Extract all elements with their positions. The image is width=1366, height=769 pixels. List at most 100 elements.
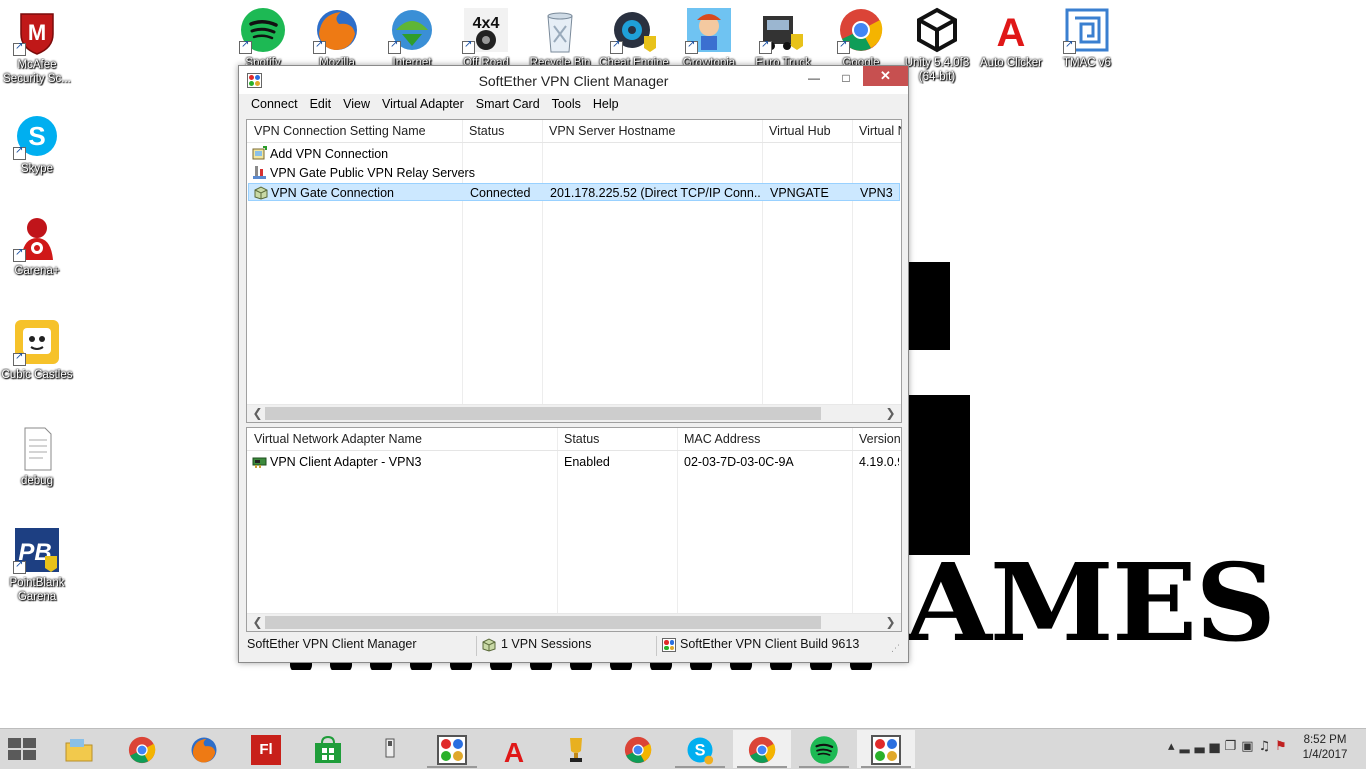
list-item-add-vpn[interactable]: Add VPN Connection (248, 145, 900, 163)
taskbar-softether-2[interactable] (857, 730, 915, 768)
growtopia-icon (685, 6, 733, 54)
list-item-vpn-gate-relay[interactable]: VPN Gate Public VPN Relay Servers (248, 164, 900, 182)
network-signal-icon[interactable]: ▂▃▅ (1180, 739, 1225, 754)
connection-status: Connected (470, 186, 531, 200)
close-button[interactable]: ✕ (863, 66, 908, 86)
taskbar-softether[interactable] (423, 730, 481, 768)
column-header-setting-name[interactable]: VPN Connection Setting Name (254, 124, 426, 138)
column-header-adapter-name[interactable]: Virtual Network Adapter Name (254, 432, 422, 446)
usb-icon (385, 738, 395, 758)
horizontal-scrollbar[interactable]: ❮ ❯ (247, 404, 901, 422)
scroll-right-icon[interactable]: ❯ (882, 614, 899, 631)
title-bar[interactable]: SoftEther VPN Client Manager — □ ✕ (239, 66, 908, 94)
scroll-left-icon[interactable]: ❮ (249, 405, 266, 422)
taskbar-firefox[interactable] (175, 730, 233, 768)
column-header-mac[interactable]: MAC Address (684, 432, 760, 446)
adapter-version: 4.19.0.9 (859, 455, 899, 469)
chrome-icon (624, 736, 652, 764)
menu-view[interactable]: View (337, 95, 376, 113)
column-header-virtual-hub[interactable]: Virtual Hub (769, 124, 831, 138)
desktop-icon-mcafee[interactable]: M McAfee Security Sc... (0, 8, 74, 86)
taskbar-file-explorer[interactable] (50, 730, 108, 768)
store-icon (315, 735, 341, 763)
wallpaper-shape (908, 395, 970, 555)
horizontal-scrollbar[interactable]: ❮ ❯ (247, 613, 901, 631)
device-icon[interactable]: ❐ (1225, 739, 1242, 754)
tmac-icon (1063, 6, 1111, 54)
desktop-icon-label: Auto Clicker (980, 57, 1042, 69)
menu-edit[interactable]: Edit (304, 95, 338, 113)
connection-list-header: VPN Connection Setting Name Status VPN S… (247, 120, 901, 143)
start-button[interactable] (8, 738, 38, 760)
minimize-button[interactable]: — (799, 68, 829, 88)
column-header-status[interactable]: Status (469, 124, 504, 138)
desktop-icon-firefox[interactable]: Mozilla (300, 6, 374, 70)
spotify-icon (810, 736, 838, 764)
taskbar-store[interactable] (299, 730, 357, 768)
desktop-icon-debug[interactable]: debug (0, 424, 74, 488)
show-hidden-icons-icon[interactable]: ▴ (1168, 739, 1180, 754)
spotify-icon (239, 6, 287, 54)
taskbar-trophy[interactable] (547, 730, 605, 768)
taskbar-usb[interactable] (361, 730, 419, 768)
taskbar-chrome-3[interactable] (733, 730, 791, 768)
unity-icon (913, 6, 961, 54)
svg-text:M: M (28, 20, 46, 45)
column-header-version[interactable]: Version (859, 432, 901, 446)
status-sessions: 1 VPN Sessions (501, 637, 592, 651)
desktop-icon-chrome[interactable]: Google (824, 6, 898, 70)
adapter-list[interactable]: Virtual Network Adapter Name Status MAC … (246, 427, 902, 632)
volume-icon[interactable]: ♫ (1258, 739, 1275, 754)
cubic-castles-icon (13, 318, 61, 366)
resize-grip-icon[interactable]: ⋰ (891, 644, 900, 654)
scroll-left-icon[interactable]: ❮ (249, 614, 266, 631)
desktop-icon-idm[interactable]: Internet (375, 6, 449, 70)
taskbar-spotify[interactable] (795, 730, 853, 768)
desktop-icon-tmac[interactable]: TMAC v6 (1050, 6, 1124, 70)
network-adapter-icon (252, 457, 267, 468)
list-item-vpn-gate-connection[interactable]: VPN Gate Connection Connected 201.178.22… (248, 183, 900, 201)
svg-text:4x4: 4x4 (473, 15, 500, 32)
menu-smart-card[interactable]: Smart Card (470, 95, 546, 113)
desktop-icon-offroad[interactable]: 4x4 Off Road (449, 6, 523, 70)
desktop-icon-pointblank[interactable]: PB PointBlank Garena (0, 526, 74, 604)
desktop-icon-skype[interactable]: S Skype (0, 112, 74, 176)
desktop-icon-recycle-bin[interactable]: Recycle Bin (523, 6, 597, 70)
desktop-icon-label: Unity 5.4.0f3 (64-bit) (904, 57, 970, 83)
connection-nic: VPN3 (860, 186, 893, 200)
desktop-icon-spotify[interactable]: Spotify (226, 6, 300, 70)
desktop-icon-cheat-engine[interactable]: Cheat Engine (597, 6, 671, 70)
taskbar-skype[interactable]: S (671, 730, 729, 768)
adapter-status: Enabled (564, 455, 610, 469)
column-header-hostname[interactable]: VPN Server Hostname (549, 124, 675, 138)
taskbar-chrome-2[interactable] (609, 730, 667, 768)
column-header-adapter-status[interactable]: Status (564, 432, 599, 446)
taskbar-auto-clicker[interactable]: A (485, 730, 543, 768)
menu-virtual-adapter[interactable]: Virtual Adapter (376, 95, 470, 113)
desktop-icon-unity[interactable]: Unity 5.4.0f3 (64-bit) (900, 6, 974, 84)
scroll-thumb[interactable] (265, 407, 821, 420)
scroll-right-icon[interactable]: ❯ (882, 405, 899, 422)
connection-list[interactable]: VPN Connection Setting Name Status VPN S… (246, 119, 902, 423)
svg-text:S: S (28, 121, 45, 151)
desktop-icon-garena[interactable]: Garena+ (0, 214, 74, 278)
scroll-thumb[interactable] (265, 616, 821, 629)
display-icon[interactable]: ▣ (1241, 739, 1258, 754)
mcafee-shield-icon: M (13, 8, 61, 56)
desktop-icon-growtopia[interactable]: Growtopia (672, 6, 746, 70)
menu-connect[interactable]: Connect (245, 95, 304, 113)
desktop-icon-auto-clicker[interactable]: A Auto Clicker (974, 6, 1048, 70)
taskbar-chrome[interactable] (113, 730, 171, 768)
maximize-button[interactable]: □ (831, 68, 861, 88)
status-app-name: SoftEther VPN Client Manager (247, 637, 417, 651)
column-header-virtual-nic[interactable]: Virtual N (859, 124, 901, 138)
clock[interactable]: 8:52 PM 1/4/2017 (1290, 733, 1360, 763)
desktop-icon-cubic-castles[interactable]: Cubic Castles (0, 318, 74, 382)
internet-download-manager-icon (388, 6, 436, 54)
desktop-icon-euro-truck[interactable]: Euro Truck (746, 6, 820, 70)
list-item-adapter-vpn3[interactable]: VPN Client Adapter - VPN3 Enabled 02-03-… (248, 453, 900, 471)
menu-tools[interactable]: Tools (546, 95, 587, 113)
svg-text:A: A (504, 737, 524, 765)
menu-help[interactable]: Help (587, 95, 625, 113)
taskbar-flash[interactable]: Fl (237, 730, 295, 768)
